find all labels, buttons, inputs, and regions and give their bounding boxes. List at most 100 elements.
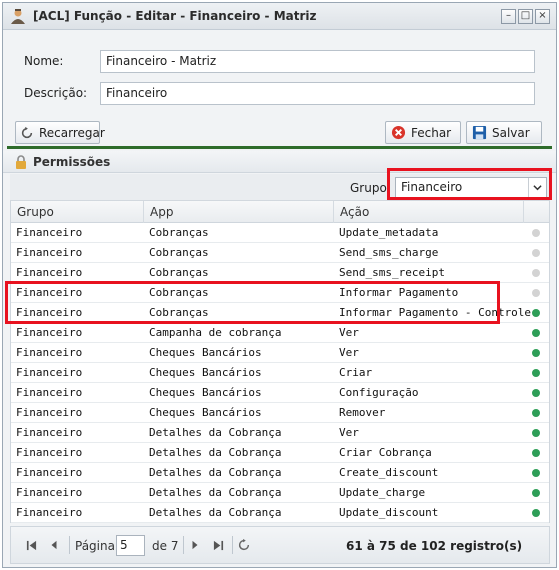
cell-acao: Update_metadata [339, 226, 439, 239]
minimize-button[interactable]: – [501, 8, 516, 24]
cell-grupo: Financeiro [16, 246, 83, 259]
cell-grupo: Financeiro [16, 466, 83, 479]
cell-acao: Update_charge [339, 486, 426, 499]
cell-grupo: Financeiro [16, 366, 83, 379]
table-row[interactable]: Financeiro Cobranças Informar Pagamento [11, 283, 549, 303]
status-dot-icon[interactable] [532, 249, 540, 257]
cell-app: Cheques Bancários [149, 406, 262, 419]
pager-separator [69, 536, 70, 554]
status-dot-icon[interactable] [532, 389, 540, 397]
status-dot-icon[interactable] [532, 369, 540, 377]
cell-app: Campanha de cobrança [149, 326, 282, 339]
status-dot-icon[interactable] [532, 509, 540, 517]
status-dot-icon[interactable] [532, 489, 540, 497]
column-header-app[interactable]: App [144, 201, 334, 223]
cell-app: Cheques Bancários [149, 366, 262, 379]
grupo-select[interactable]: Financeiro [395, 177, 547, 198]
cell-grupo: Financeiro [16, 486, 83, 499]
cell-grupo: Financeiro [16, 386, 83, 399]
cell-grupo: Financeiro [16, 506, 83, 519]
cell-acao: Send_sms_charge [339, 246, 439, 259]
column-header-grupo[interactable]: Grupo [11, 201, 144, 223]
status-dot-icon[interactable] [532, 269, 540, 277]
status-dot-icon[interactable] [532, 429, 540, 437]
cell-grupo: Financeiro [16, 306, 83, 319]
permissoes-title: Permissões [33, 154, 111, 169]
table-row[interactable]: Financeiro Cheques Bancários Configuração [11, 383, 549, 403]
records-info: 61 à 75 de 102 registro(s) [346, 539, 523, 553]
cell-app: Cobranças [149, 246, 209, 259]
status-dot-icon[interactable] [532, 349, 540, 357]
cell-app: Cobranças [149, 226, 209, 239]
descricao-field[interactable]: Financeiro [100, 82, 535, 105]
cell-app: Cheques Bancários [149, 386, 262, 399]
cell-app: Cobranças [149, 266, 209, 279]
cell-grupo: Financeiro [16, 326, 83, 339]
table-row[interactable]: Financeiro Campanha de cobrança Ver [11, 323, 549, 343]
salvar-button[interactable]: Salvar [466, 121, 542, 144]
table-row[interactable]: Financeiro Cobranças Update_metadata [11, 223, 549, 243]
next-page-icon[interactable] [187, 537, 203, 553]
table-row[interactable]: Financeiro Cheques Bancários Ver [11, 343, 549, 363]
page-count-label: de 7 [152, 539, 179, 553]
cell-acao: Informar Pagamento [339, 286, 459, 299]
status-dot-icon[interactable] [532, 409, 540, 417]
table-row[interactable]: Financeiro Detalhes da Cobrança Update_cha… [11, 483, 549, 503]
table-row[interactable]: Financeiro Detalhes da Cobrança Update_dis… [11, 503, 549, 523]
nome-row: Nome: Financeiro - Matriz [3, 50, 556, 74]
fechar-label: Fechar [411, 125, 452, 140]
cell-acao: Remover [339, 406, 386, 419]
table-row[interactable]: Financeiro Cheques Bancários Criar [11, 363, 549, 383]
permissions-grid: Grupo App Ação Financeiro Cobranças Update… [10, 201, 550, 523]
section-divider [7, 146, 552, 149]
column-header-acao[interactable]: Ação [334, 201, 524, 223]
cell-app: Detalhes da Cobrança [149, 506, 282, 519]
status-dot-icon[interactable] [532, 329, 540, 337]
permissoes-header: Permissões [3, 151, 556, 173]
cancel-icon [390, 125, 406, 141]
cell-grupo: Financeiro [16, 406, 83, 419]
cell-acao: Update_discount [339, 506, 439, 519]
status-dot-icon[interactable] [532, 449, 540, 457]
table-row[interactable]: Financeiro Detalhes da Cobrança Create_dis… [11, 463, 549, 483]
pager-separator [232, 536, 233, 554]
cell-acao: Configuração [339, 386, 419, 399]
chevron-down-icon[interactable] [528, 178, 546, 197]
table-row[interactable]: Financeiro Detalhes da Cobrança Ver [11, 423, 549, 443]
status-dot-icon[interactable] [532, 309, 540, 317]
reload-icon [20, 125, 34, 141]
cell-acao: Ver [339, 326, 359, 339]
nome-field[interactable]: Financeiro - Matriz [100, 50, 535, 73]
cell-acao: Ver [339, 346, 359, 359]
status-dot-icon[interactable] [532, 229, 540, 237]
close-window-button[interactable]: × [535, 8, 550, 24]
table-row[interactable]: Financeiro Cobranças Send_sms_charge [11, 243, 549, 263]
status-dot-icon[interactable] [532, 469, 540, 477]
refresh-icon[interactable] [236, 537, 252, 553]
cell-grupo: Financeiro [16, 226, 83, 239]
maximize-button[interactable]: □ [518, 8, 533, 24]
window-title: [ACL] Função - Editar - Financeiro - Mat… [33, 9, 317, 23]
table-row[interactable]: Financeiro Cobranças Send_sms_receipt [11, 263, 549, 283]
reload-label: Recarregar [39, 125, 105, 140]
table-row[interactable]: Financeiro Cobranças Informar Pagamento - … [11, 303, 549, 323]
fechar-button[interactable]: Fechar [385, 121, 461, 144]
page-number-input[interactable]: 5 [116, 535, 145, 556]
user-role-icon [11, 9, 25, 24]
status-dot-icon[interactable] [532, 289, 540, 297]
last-page-icon[interactable] [210, 537, 226, 553]
edit-form: Nome: Financeiro - Matriz Descrição: Fin… [3, 31, 556, 119]
salvar-label: Salvar [492, 125, 530, 140]
table-row[interactable]: Financeiro Detalhes da Cobrança Criar Cobr… [11, 443, 549, 463]
cell-acao: Ver [339, 426, 359, 439]
cell-acao: Create_discount [339, 466, 439, 479]
reload-button[interactable]: Recarregar [15, 121, 105, 144]
table-row[interactable]: Financeiro Cheques Bancários Remover [11, 403, 549, 423]
pagination-bar: Página 5 de 7 61 à 75 de 102 registro(s) [10, 526, 550, 564]
previous-page-icon[interactable] [46, 537, 62, 553]
descricao-row: Descrição: Financeiro [3, 82, 556, 106]
first-page-icon[interactable] [23, 537, 39, 553]
title-bar[interactable]: [ACL] Função - Editar - Financeiro - Mat… [3, 3, 556, 30]
cell-app: Detalhes da Cobrança [149, 426, 282, 439]
cell-app: Detalhes da Cobrança [149, 486, 282, 499]
